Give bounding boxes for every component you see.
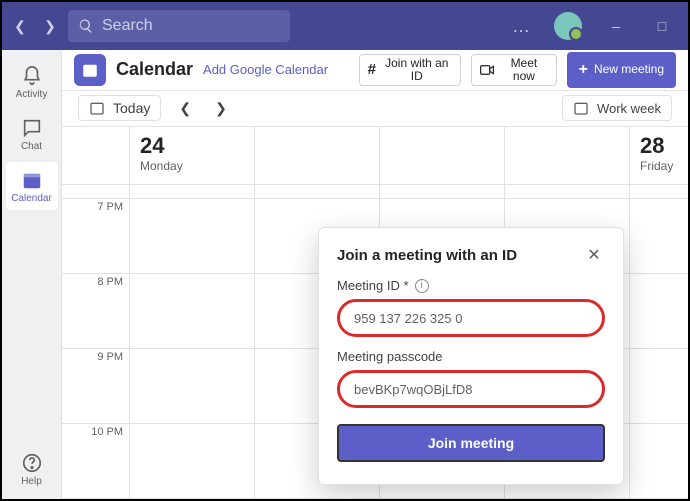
calendar-small-icon [89,100,105,116]
sidebar-item-activity[interactable]: Activity [6,58,58,106]
day-name: Monday [140,159,244,173]
search-input[interactable]: Search [68,10,290,42]
join-meeting-label: Join meeting [428,435,514,451]
day-number: 24 [140,133,244,159]
today-button[interactable]: Today [78,95,161,121]
view-label: Work week [597,101,661,116]
day-number: 28 [640,133,678,159]
hour-label: 9 PM [97,351,123,363]
nav-forward[interactable]: ❯ [38,14,62,38]
day-header: 28 Friday [630,127,688,185]
new-meeting-button[interactable]: + New meeting [567,52,676,88]
today-label: Today [113,100,150,116]
passcode-input[interactable]: bevBKp7wqOBjLfD8 [337,370,605,408]
titlebar: ❮ ❯ Search … – □ [2,2,688,50]
dialog-title: Join a meeting with an ID [337,247,583,264]
avatar[interactable] [554,12,582,40]
search-placeholder: Search [102,17,153,35]
sidebar-item-calendar[interactable]: Calendar [6,162,58,210]
meeting-id-value: 959 137 226 325 0 [354,311,462,326]
sidebar-label: Chat [21,141,42,152]
time-scale: 7 PM 8 PM 9 PM 10 PM [62,127,130,499]
passcode-label: Meeting passcode [337,349,443,364]
hour-label: 8 PM [97,276,123,288]
hour-label: 10 PM [91,426,123,438]
calendar-small-icon [573,100,589,116]
chat-icon [21,117,43,139]
sidebar-label: Activity [16,89,48,100]
hash-icon: # [368,62,376,79]
calendar-app-icon [74,54,106,86]
day-column[interactable]: 28 Friday [630,127,688,499]
more-icon[interactable]: … [504,16,540,37]
plus-icon: + [579,61,588,79]
help-icon [21,452,43,474]
nav-back[interactable]: ❮ [8,14,32,38]
search-icon [78,18,94,34]
calendar-grid: 7 PM 8 PM 9 PM 10 PM 24 Monday [62,127,688,499]
join-meeting-button[interactable]: Join meeting [337,424,605,462]
sidebar-item-help[interactable]: Help [6,445,58,493]
day-header: 24 Monday [130,127,254,185]
video-icon [480,64,495,76]
new-meeting-label: New meeting [594,63,664,76]
calendar-subbar: Today ❮ ❯ Work week [62,91,688,127]
join-id-label: Join with an ID [382,57,452,83]
join-with-id-button[interactable]: # Join with an ID [359,54,461,86]
prev-week[interactable]: ❮ [173,96,197,121]
hour-label: 7 PM [97,201,123,213]
meeting-id-input[interactable]: 959 137 226 325 0 [337,299,605,337]
passcode-value: bevBKp7wqOBjLfD8 [354,382,473,397]
next-week[interactable]: ❯ [209,96,233,121]
calendar-icon [21,169,43,191]
page-title: Calendar [116,59,193,80]
meet-now-button[interactable]: Meet now [471,54,557,86]
info-icon[interactable]: i [415,279,429,293]
close-icon[interactable]: ✕ [583,244,605,266]
day-column[interactable]: 24 Monday [130,127,255,499]
toolbar: Calendar Add Google Calendar # Join with… [62,50,688,91]
window-minimize[interactable]: – [596,18,636,34]
bell-icon [21,65,43,87]
day-name: Friday [640,159,678,173]
join-meeting-dialog: Join a meeting with an ID ✕ Meeting ID *… [318,227,624,485]
sidebar-item-chat[interactable]: Chat [6,110,58,158]
meeting-id-label: Meeting ID * [337,278,409,293]
view-selector[interactable]: Work week [562,95,672,121]
meet-now-label: Meet now [500,57,547,83]
sidebar-label: Help [21,476,42,487]
window-maximize[interactable]: □ [642,18,682,34]
sidebar-label: Calendar [11,193,52,204]
add-google-calendar[interactable]: Add Google Calendar [203,62,328,77]
sidebar: Activity Chat Calendar Help [2,50,62,499]
